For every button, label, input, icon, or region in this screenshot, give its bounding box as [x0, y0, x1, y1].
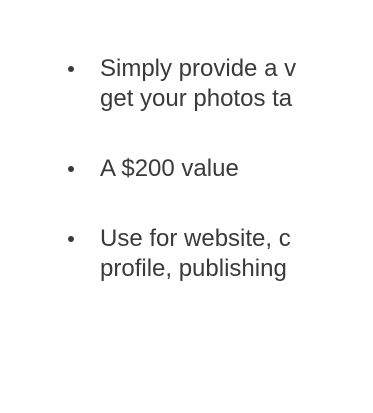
bullet-dot-icon [68, 236, 74, 242]
bullet-item-uses: Use for website, c profile, publishing [68, 224, 373, 284]
bullet-text-line: get your photos ta [100, 85, 293, 112]
bullet-item-photo-offer: Simply provide a v get your photos ta [68, 54, 373, 114]
bullet-dot-icon [68, 166, 74, 172]
bullet-item-value: A $200 value [68, 154, 373, 184]
bullet-dot-icon [68, 66, 74, 72]
bullet-text-line: A $200 value [100, 155, 239, 182]
document-page: Simply provide a v get your photos ta A … [0, 0, 373, 413]
benefits-bullet-list: Simply provide a v get your photos ta A … [68, 54, 373, 284]
bullet-text-line: profile, publishing [100, 255, 287, 282]
bullet-text-line: Simply provide a v [100, 55, 297, 82]
bullet-text-line: Use for website, c [100, 225, 291, 252]
